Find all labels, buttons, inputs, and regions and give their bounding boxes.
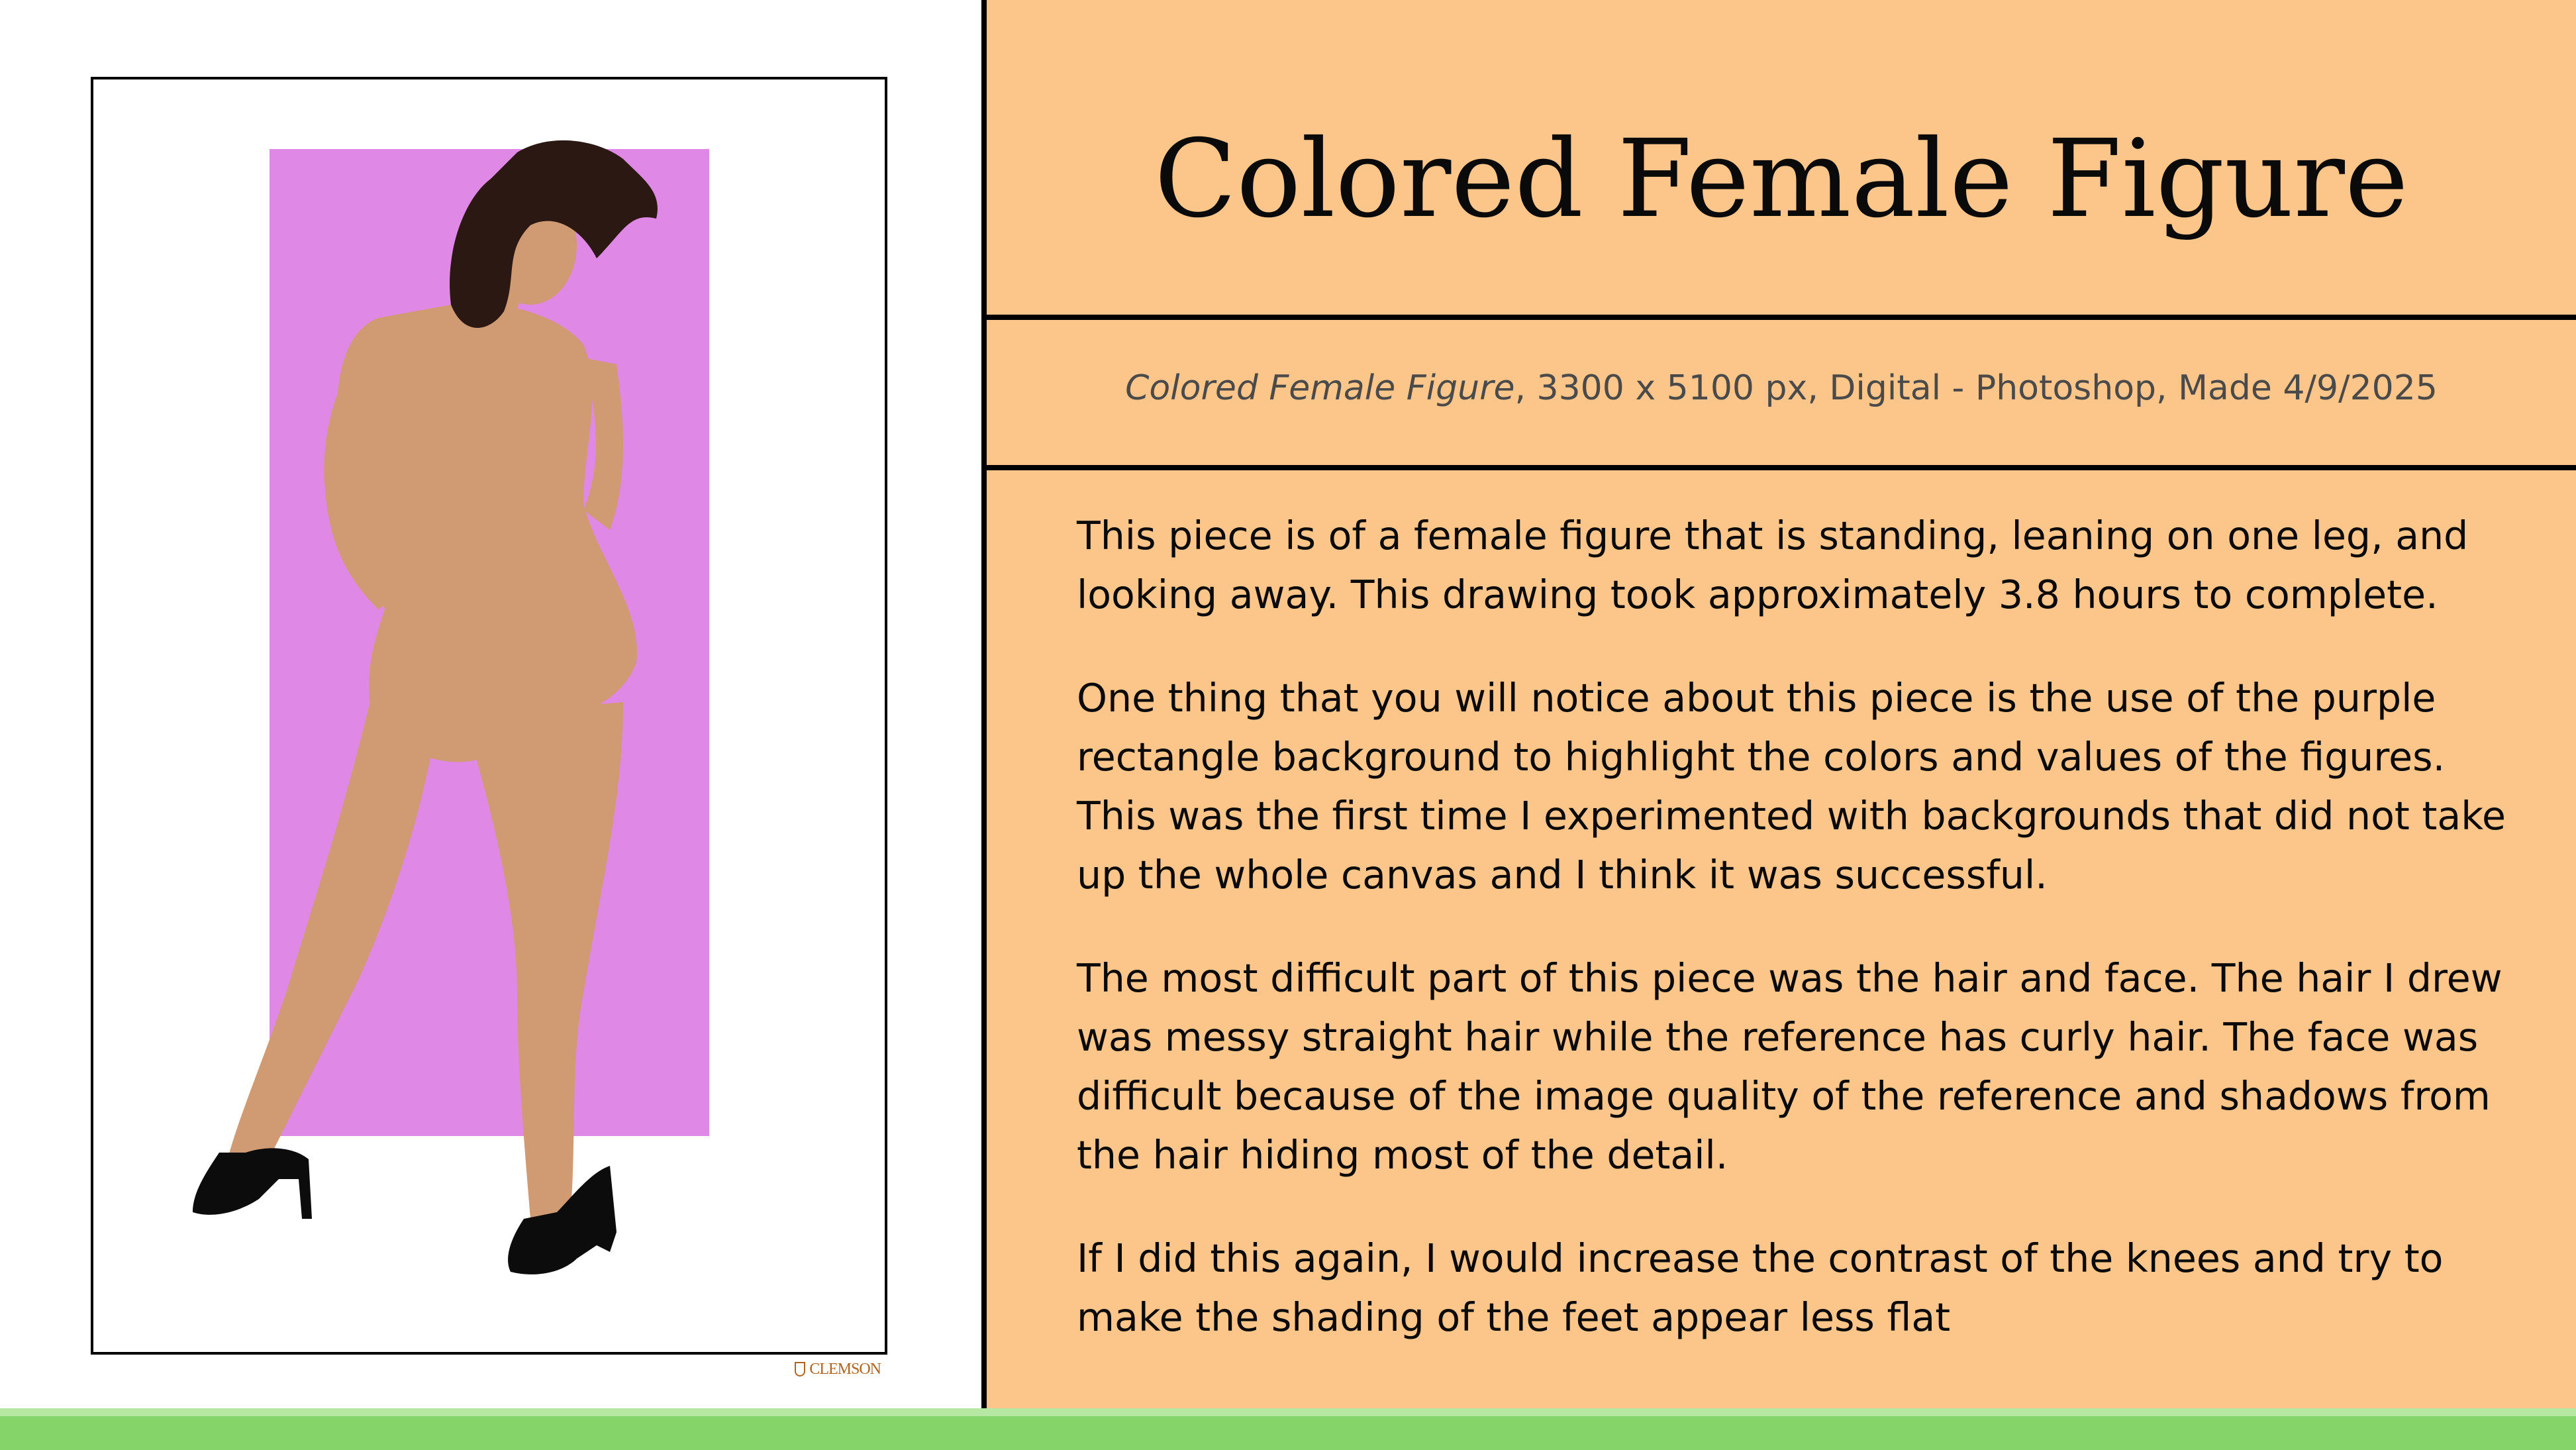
- paragraph-improvement: If I did this again, I would increase th…: [1077, 1236, 2444, 1340]
- caption-artwork-title: Colored Female Figure: [1125, 368, 1515, 408]
- vertical-divider: [981, 0, 987, 1408]
- artwork-image: [91, 77, 887, 1355]
- paragraph-background: One thing that you will notice about thi…: [1077, 676, 2506, 898]
- description-panel: Colored Female Figure Colored Female Fig…: [987, 0, 2576, 1408]
- paragraph-difficulty: The most difficult part of this piece wa…: [1077, 956, 2502, 1178]
- paragraph-intro: This piece is of a female figure that is…: [1077, 513, 2469, 617]
- artwork-caption: Colored Female Figure, 3300 x 5100 px, D…: [987, 371, 2576, 405]
- caption-divider: [987, 465, 2576, 470]
- figure-painting: [193, 140, 709, 1274]
- logo-text: CLEMSON: [809, 1361, 881, 1378]
- artwork-panel: CLEMSON: [0, 0, 981, 1408]
- footer-highlight: [0, 1408, 2576, 1416]
- page-title: Colored Female Figure: [1154, 117, 2408, 242]
- clemson-logo: CLEMSON: [795, 1358, 881, 1380]
- caption-details: , 3300 x 5100 px, Digital - Photoshop, M…: [1514, 368, 2438, 408]
- title-divider: [987, 315, 2576, 320]
- description-body: This piece is of a female figure that is…: [1077, 507, 2520, 1392]
- tiger-paw-icon: [795, 1362, 806, 1376]
